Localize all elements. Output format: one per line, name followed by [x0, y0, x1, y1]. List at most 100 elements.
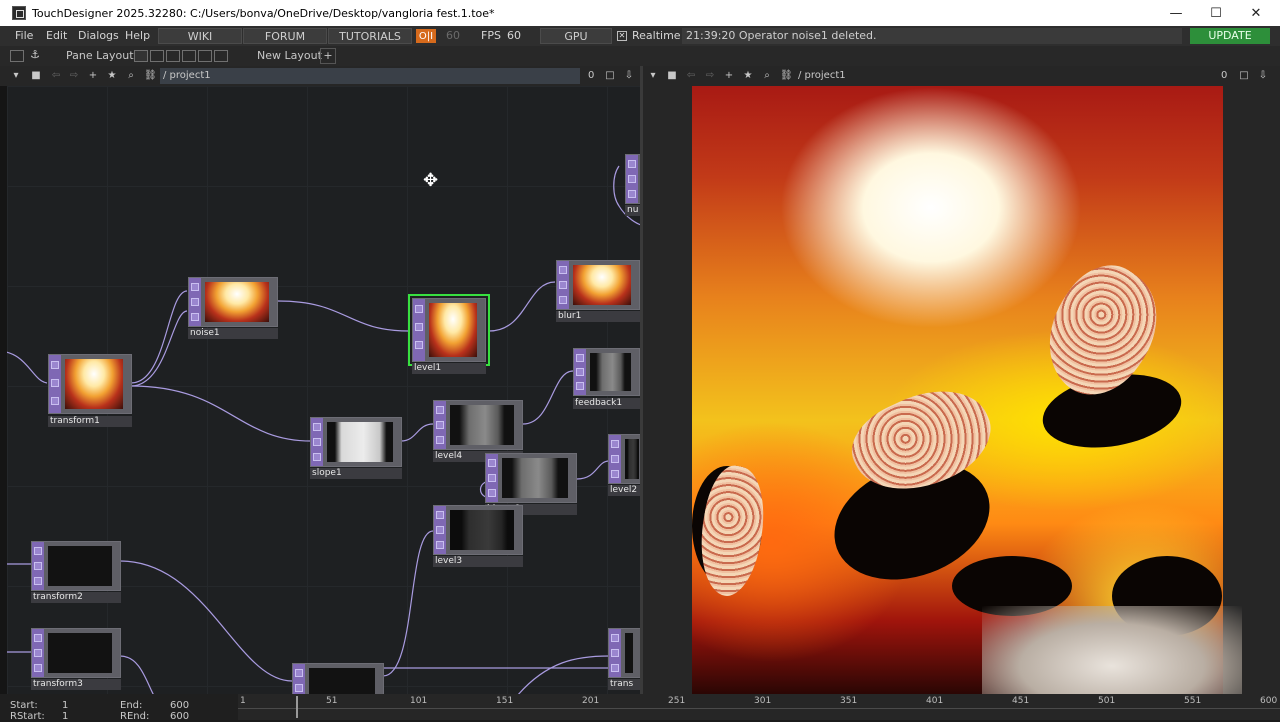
node-noise1-label: noise1 — [188, 328, 278, 339]
viewer-search-icon[interactable]: ⌕ — [761, 70, 773, 82]
wire-slope1-level4 — [400, 423, 434, 442]
search-icon[interactable]: ⌕ — [125, 70, 137, 82]
playhead[interactable] — [296, 696, 298, 718]
new-layout-label[interactable]: New Layout — [257, 49, 322, 62]
viewer-download-icon[interactable]: ⇩ — [1257, 70, 1269, 82]
tick-label: 251 — [668, 696, 686, 706]
node-slope1-label: slope1 — [310, 468, 402, 479]
viewer-forward-arrow-icon[interactable]: ⇨ — [704, 70, 716, 82]
node-slope1[interactable]: slope1 — [310, 417, 402, 480]
viewer-back-arrow-icon[interactable]: ⇦ — [685, 70, 697, 82]
rendered-output-image — [691, 86, 1242, 694]
tick-label: 551 — [1184, 696, 1202, 706]
layout-6-icon[interactable] — [214, 50, 228, 62]
output-viewer[interactable] — [643, 86, 1280, 694]
rend-value[interactable]: 600 — [170, 711, 189, 722]
viewer-path[interactable]: / project1 — [798, 70, 846, 81]
timeline-track — [238, 708, 1280, 709]
viewer-toggle-icon[interactable]: □ — [1238, 70, 1250, 82]
node-level2[interactable]: level2 — [608, 434, 640, 497]
timeline-ruler[interactable]: 1 51 101 151 201 251 301 351 401 451 501… — [238, 694, 1280, 720]
forward-arrow-icon[interactable]: ⇨ — [68, 70, 80, 82]
realtime-checkbox[interactable]: ✕ — [617, 31, 627, 41]
node-transform1[interactable]: transform1 — [48, 354, 132, 427]
layout-bar: ⚓ Pane Layout New Layout + — [0, 46, 1280, 66]
viewer-star-icon[interactable]: ★ — [742, 70, 754, 82]
rstart-label: RStart: — [10, 711, 45, 722]
wire-transform1-slope1 — [130, 385, 312, 442]
wiki-button[interactable]: WIKI — [158, 28, 242, 44]
pane-split-icon[interactable] — [10, 50, 24, 62]
node-level1[interactable]: level1 — [408, 294, 490, 376]
minimize-button[interactable]: — — [1156, 0, 1196, 26]
layout-3-icon[interactable] — [166, 50, 180, 62]
tick-label: 401 — [926, 696, 944, 706]
node-bottom[interactable] — [292, 663, 384, 694]
node-transform2-label: transform2 — [31, 592, 121, 603]
node-feedback1[interactable]: feedback1 — [573, 348, 640, 409]
node-transform3[interactable]: transform3 — [31, 628, 121, 691]
tick-label: 501 — [1098, 696, 1116, 706]
network-index: 0 — [588, 70, 595, 81]
layout-4-icon[interactable] — [182, 50, 196, 62]
update-button[interactable]: UPDATE — [1190, 28, 1270, 44]
home-plus-icon[interactable]: + — [87, 70, 99, 82]
node-trans-partial[interactable]: trans — [608, 628, 640, 691]
tick-label: 600 — [1260, 696, 1278, 706]
left-edge-strip — [0, 86, 7, 694]
viewer-link-icon[interactable]: ⛓ — [780, 70, 793, 82]
rstart-value[interactable]: 1 — [62, 711, 68, 722]
node-transform2[interactable]: transform2 — [31, 541, 121, 604]
viewer-home-plus-icon[interactable]: + — [723, 70, 735, 82]
pane-menu-chevron-icon[interactable]: ▾ — [10, 70, 22, 82]
path-link-icon[interactable]: ⛓ — [144, 70, 157, 82]
network-path-field[interactable]: / project1 — [160, 68, 580, 84]
layout-2-icon[interactable] — [150, 50, 164, 62]
menu-dialogs[interactable]: Dialogs — [78, 29, 119, 42]
node-level3[interactable]: level3 — [433, 505, 523, 568]
node-transform3-label: transform3 — [31, 679, 121, 690]
viewer-stop-icon[interactable]: ■ — [666, 70, 678, 82]
maximize-button[interactable]: ☐ — [1196, 0, 1236, 26]
download-icon[interactable]: ⇩ — [623, 70, 635, 82]
layout-5-icon[interactable] — [198, 50, 212, 62]
menu-edit[interactable]: Edit — [46, 29, 67, 42]
end-value[interactable]: 600 — [170, 700, 189, 711]
anchor-icon[interactable]: ⚓ — [28, 48, 42, 62]
forum-button[interactable]: FORUM — [243, 28, 327, 44]
bookmark-star-icon[interactable]: ★ — [106, 70, 118, 82]
fps-value: 60 — [507, 29, 521, 42]
tick-label: 451 — [1012, 696, 1030, 706]
menu-file[interactable]: File — [15, 29, 33, 42]
wire-transform1-noise1-b — [130, 310, 188, 387]
rend-label: REnd: — [120, 711, 150, 722]
viewer-toggle-icon[interactable]: □ — [604, 70, 616, 82]
node-noise1[interactable]: noise1 — [188, 277, 278, 340]
node-blur1[interactable]: blur1 — [556, 260, 640, 323]
node-null-partial-label: nu — [625, 205, 640, 216]
network-editor[interactable]: noise1 level1 blur1 transform1 feedback1… — [7, 86, 640, 694]
node-level1-label: level1 — [412, 363, 486, 374]
close-button[interactable]: ✕ — [1236, 0, 1276, 26]
tick-label: 301 — [754, 696, 772, 706]
tutorials-button[interactable]: TUTORIALS — [328, 28, 412, 44]
start-value[interactable]: 1 — [62, 700, 68, 711]
viewer-pane-header: ▾ ■ ⇦ ⇨ + ★ ⌕ ⛓ / project1 0 □ ⇩ — [643, 66, 1280, 86]
gpu-button[interactable]: GPU — [540, 28, 612, 44]
menu-help[interactable]: Help — [125, 29, 150, 42]
timeline-bar: Start: 1 RStart: 1 End: 600 REnd: 600 1 … — [0, 694, 1280, 722]
layout-1-icon[interactable] — [134, 50, 148, 62]
wire-noise1-level1 — [277, 300, 410, 332]
oi-toggle[interactable]: O|I — [416, 29, 436, 43]
node-null-partial[interactable]: nu — [625, 154, 640, 217]
node-level2-label: level2 — [608, 485, 640, 496]
add-layout-button[interactable]: + — [320, 48, 336, 64]
stop-icon[interactable]: ■ — [30, 70, 42, 82]
fps-cap-value[interactable]: 60 — [446, 29, 460, 42]
touchdesigner-app-icon — [12, 6, 26, 20]
viewer-menu-chevron-icon[interactable]: ▾ — [647, 70, 659, 82]
wire-in-transform1 — [7, 351, 48, 384]
start-label: Start: — [10, 700, 38, 711]
menu-bar: File Edit Dialogs Help WIKI FORUM TUTORI… — [0, 26, 1280, 46]
back-arrow-icon[interactable]: ⇦ — [50, 70, 62, 82]
